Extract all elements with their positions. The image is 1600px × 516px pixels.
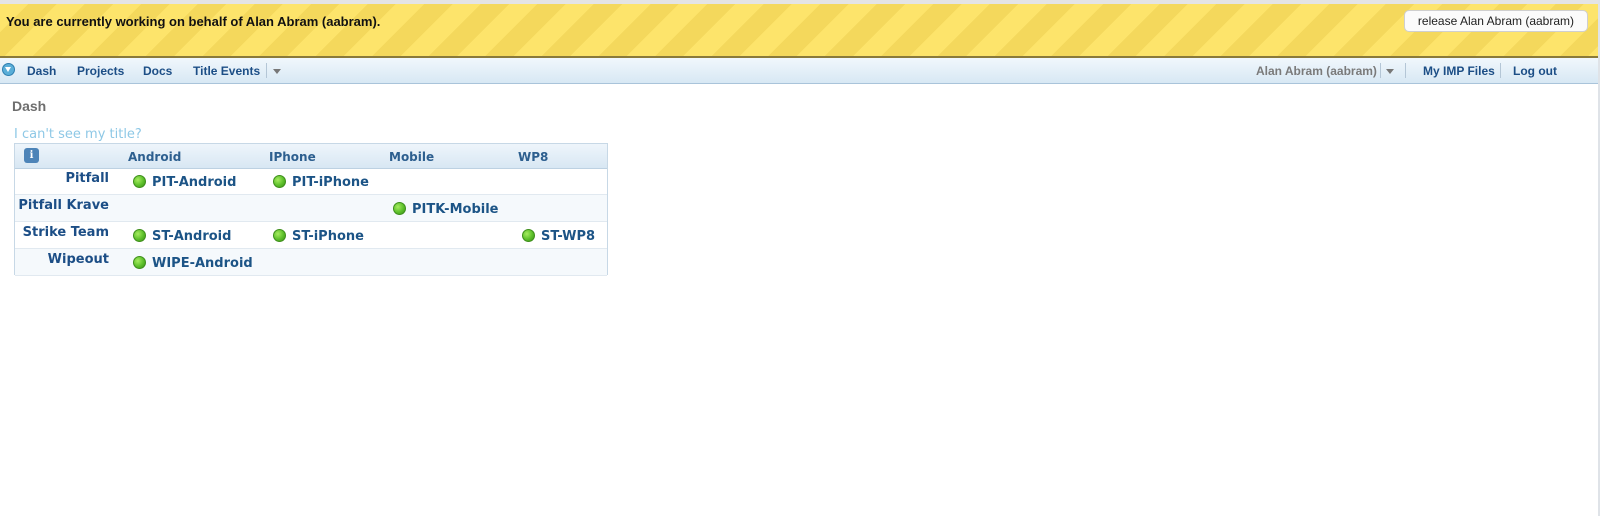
info-icon[interactable]: i bbox=[24, 148, 39, 163]
table-row: Wipeout WIPE-Android bbox=[15, 249, 607, 276]
nav-dash[interactable]: Dash bbox=[27, 64, 56, 78]
table-row: Pitfall PIT-Android PIT-iPhone bbox=[15, 168, 607, 195]
impersonation-banner: You are currently working on behalf of A… bbox=[0, 0, 1598, 58]
status-ok-icon bbox=[133, 175, 146, 188]
nav-separator bbox=[1500, 63, 1501, 78]
build-pit-iphone[interactable]: PIT-iPhone bbox=[273, 173, 369, 191]
cant-see-title-link[interactable]: I can't see my title? bbox=[14, 127, 142, 142]
column-header-wp8: WP8 bbox=[518, 150, 549, 164]
table-row: Pitfall Krave PITK-Mobile bbox=[15, 195, 607, 222]
column-header-iphone: IPhone bbox=[269, 150, 316, 164]
grid-header: i Android IPhone Mobile WP8 bbox=[15, 144, 607, 169]
build-st-iphone[interactable]: ST-iPhone bbox=[273, 227, 364, 245]
build-pit-android[interactable]: PIT-Android bbox=[133, 173, 236, 191]
build-wipe-android[interactable]: WIPE-Android bbox=[133, 254, 253, 272]
table-row: Strike Team ST-Android ST-iPhone ST-WP8 bbox=[15, 222, 607, 249]
build-label: ST-Android bbox=[152, 229, 232, 244]
main-nav: Dash Projects Docs Title Events Alan Abr… bbox=[0, 58, 1598, 84]
title-name[interactable]: Pitfall Krave bbox=[18, 198, 109, 213]
build-label: WIPE-Android bbox=[152, 256, 253, 271]
nav-docs[interactable]: Docs bbox=[143, 64, 172, 78]
nav-title-events[interactable]: Title Events bbox=[193, 64, 260, 78]
build-st-wp8[interactable]: ST-WP8 bbox=[522, 227, 595, 245]
column-header-android: Android bbox=[128, 150, 182, 164]
user-menu-chevron-down-icon[interactable] bbox=[1386, 69, 1394, 74]
build-label: PIT-iPhone bbox=[292, 175, 369, 190]
status-ok-icon bbox=[133, 229, 146, 242]
nav-more-chevron-down-icon[interactable] bbox=[273, 69, 281, 74]
status-ok-icon bbox=[133, 256, 146, 269]
build-pitk-mobile[interactable]: PITK-Mobile bbox=[393, 200, 498, 218]
filter-funnel-icon[interactable] bbox=[2, 63, 15, 76]
nav-projects[interactable]: Projects bbox=[77, 64, 124, 78]
nav-separator bbox=[1380, 63, 1381, 78]
current-user[interactable]: Alan Abram (aabram) bbox=[1256, 64, 1377, 78]
page-title: Dash bbox=[12, 98, 47, 114]
status-ok-icon bbox=[522, 229, 535, 242]
release-impersonation-button[interactable]: release Alan Abram (aabram) bbox=[1403, 10, 1588, 32]
nav-separator bbox=[1405, 63, 1406, 78]
impersonation-message: You are currently working on behalf of A… bbox=[6, 14, 381, 29]
build-label: PITK-Mobile bbox=[412, 202, 499, 217]
status-ok-icon bbox=[273, 175, 286, 188]
status-ok-icon bbox=[393, 202, 406, 215]
build-label: ST-WP8 bbox=[541, 229, 596, 244]
nav-separator bbox=[266, 63, 267, 78]
title-name[interactable]: Wipeout bbox=[48, 252, 109, 267]
build-label: PIT-Android bbox=[152, 175, 237, 190]
build-st-android[interactable]: ST-Android bbox=[133, 227, 231, 245]
logout-link[interactable]: Log out bbox=[1513, 64, 1557, 78]
build-label: ST-iPhone bbox=[292, 229, 364, 244]
title-name[interactable]: Strike Team bbox=[23, 225, 109, 240]
column-header-mobile: Mobile bbox=[389, 150, 435, 164]
title-platform-grid: i Android IPhone Mobile WP8 Pitfall PIT-… bbox=[14, 143, 608, 276]
nav-my-imp-files[interactable]: My IMP Files bbox=[1423, 64, 1495, 78]
title-name[interactable]: Pitfall bbox=[65, 171, 109, 186]
status-ok-icon bbox=[273, 229, 286, 242]
